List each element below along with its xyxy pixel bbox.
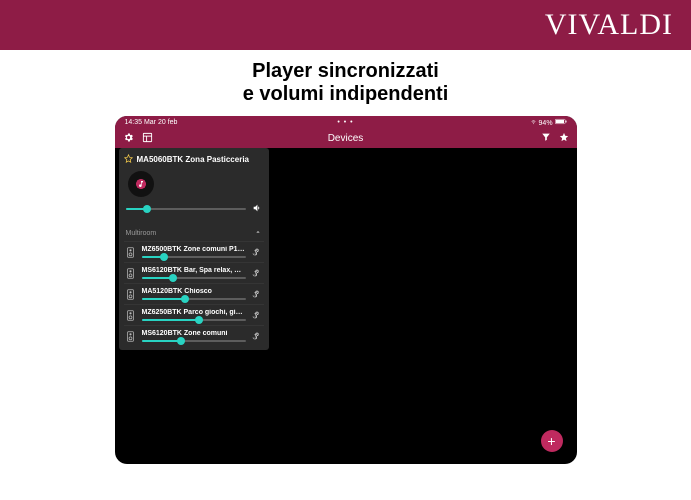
zone-volume-slider[interactable] bbox=[142, 298, 246, 300]
master-row[interactable]: MA5060BTK Zona Pasticceria bbox=[124, 152, 264, 169]
speaker-icon[interactable] bbox=[124, 247, 138, 258]
chevron-up-icon[interactable] bbox=[254, 228, 262, 238]
speaker-icon[interactable] bbox=[124, 310, 138, 321]
zone-volume-slider[interactable] bbox=[142, 340, 246, 342]
slide-title: Player sincronizzati e volumi indipenden… bbox=[0, 60, 691, 106]
music-note-icon bbox=[137, 180, 145, 188]
layout-icon[interactable] bbox=[142, 132, 153, 145]
status-bar: 14:35 Mar 20 feb • • • 94% bbox=[115, 116, 577, 128]
status-right: 94% bbox=[530, 118, 567, 127]
zone-name: MS6120BTK Bar, Spa relax, P2... bbox=[142, 267, 246, 277]
multiroom-header[interactable]: Multiroom bbox=[124, 225, 264, 241]
status-center-dots: • • • bbox=[337, 119, 353, 126]
zone-list: MZ6500BTK Zone comuni P1, P2... MS6120BT… bbox=[124, 241, 264, 346]
zone-volume-slider[interactable] bbox=[142, 256, 246, 258]
title-line-2: e volumi indipendenti bbox=[0, 83, 691, 106]
star-outline-icon[interactable] bbox=[124, 154, 133, 165]
filter-icon[interactable] bbox=[541, 132, 551, 144]
group-icon[interactable] bbox=[250, 310, 264, 320]
star-icon[interactable] bbox=[559, 132, 569, 144]
plus-icon: + bbox=[547, 434, 555, 448]
zone-name: MZ6500BTK Zone comuni P1, P2... bbox=[142, 246, 246, 256]
wifi-icon bbox=[530, 118, 537, 125]
gear-icon[interactable] bbox=[123, 132, 134, 145]
status-time: 14:35 Mar 20 feb bbox=[125, 119, 178, 126]
speaker-icon[interactable] bbox=[124, 268, 138, 279]
group-icon[interactable] bbox=[250, 268, 264, 278]
zone-volume-slider[interactable] bbox=[142, 319, 246, 321]
album-art-disc[interactable] bbox=[128, 171, 154, 197]
master-device-name: MA5060BTK Zona Pasticceria bbox=[137, 155, 250, 164]
app-header: Devices bbox=[115, 128, 577, 148]
zone-name: MS6120BTK Zone comuni bbox=[142, 330, 246, 340]
zone-row[interactable]: MS6120BTK Zone comuni bbox=[124, 325, 264, 346]
speaker-icon[interactable] bbox=[124, 331, 138, 342]
multiroom-label: Multiroom bbox=[126, 230, 157, 237]
master-volume-slider[interactable] bbox=[126, 208, 246, 210]
brand-bar: VIVALDI bbox=[0, 0, 691, 50]
zone-row[interactable]: MZ6500BTK Zone comuni P1, P2... bbox=[124, 241, 264, 262]
zone-row[interactable]: MS6120BTK Bar, Spa relax, P2... bbox=[124, 262, 264, 283]
title-line-1: Player sincronizzati bbox=[0, 60, 691, 83]
speaker-icon[interactable] bbox=[124, 289, 138, 300]
battery-icon bbox=[555, 118, 567, 125]
zone-row[interactable]: MA5120BTK Chiosco bbox=[124, 283, 264, 304]
brand-logo: VIVALDI bbox=[545, 8, 673, 42]
group-icon[interactable] bbox=[250, 247, 264, 257]
volume-icon[interactable] bbox=[252, 203, 262, 215]
tablet-frame: 14:35 Mar 20 feb • • • 94% Devices bbox=[115, 116, 577, 464]
add-fab[interactable]: + bbox=[541, 430, 563, 452]
group-icon[interactable] bbox=[250, 289, 264, 299]
zone-row[interactable]: MZ6250BTK Parco giochi, giardino... bbox=[124, 304, 264, 325]
zone-name: MZ6250BTK Parco giochi, giardino... bbox=[142, 309, 246, 319]
group-icon[interactable] bbox=[250, 331, 264, 341]
player-panel: MA5060BTK Zona Pasticceria Multiroom bbox=[119, 148, 269, 350]
zone-name: MA5120BTK Chiosco bbox=[142, 288, 246, 298]
now-playing bbox=[124, 171, 264, 221]
zone-volume-slider[interactable] bbox=[142, 277, 246, 279]
page-title: Devices bbox=[115, 133, 577, 144]
